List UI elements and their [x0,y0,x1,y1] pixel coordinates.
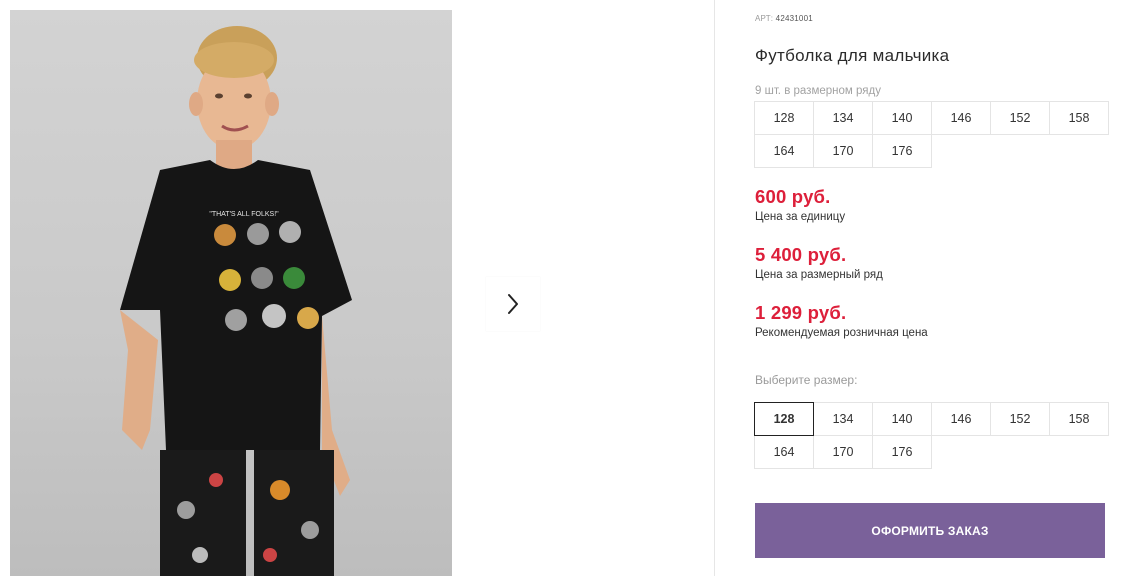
size-row-price: 5 400 руб. [755,244,847,265]
product-photo[interactable]: "THAT'S ALL FOLKS!" [10,10,452,576]
size-selector: 128 134 140 146 152 158 164 170 176 [754,402,1112,469]
size-row-grid: 128 134 140 146 152 158 164 170 176 [754,101,1112,168]
size-row-cell: 164 [754,134,814,168]
size-option-134[interactable]: 134 [813,402,873,436]
size-option-128[interactable]: 128 [754,402,814,436]
size-row-cell: 176 [872,134,932,168]
size-row-cell: 158 [1049,101,1109,135]
size-option-140[interactable]: 140 [872,402,932,436]
size-row-cell: 140 [872,101,932,135]
chevron-right-icon [508,294,518,314]
svg-text:"THAT'S ALL FOLKS!": "THAT'S ALL FOLKS!" [209,211,279,218]
boy-in-black-tshirt-illustration: "THAT'S ALL FOLKS!" [120,26,352,576]
product-info: АРТ: 42431001 Футболка для мальчика 9 шт… [754,0,1115,576]
size-row-count: 9 шт. в размерном ряду [755,85,881,97]
unit-price: 600 руб. [755,186,831,207]
size-option-146[interactable]: 146 [931,402,991,436]
size-option-152[interactable]: 152 [990,402,1050,436]
product-title: Футболка для мальчика [755,46,950,65]
unit-price-label: Цена за единицу [755,211,846,223]
size-row-cell: 134 [813,101,873,135]
size-option-164[interactable]: 164 [754,435,814,469]
size-row-cell: 146 [931,101,991,135]
sku: АРТ: 42431001 [755,14,813,23]
next-image-button[interactable] [486,277,540,331]
size-option-158[interactable]: 158 [1049,402,1109,436]
retail-price: 1 299 руб. [755,302,847,323]
size-row-cell: 152 [990,101,1050,135]
sku-label: АРТ: [755,14,774,23]
sku-value: 42431001 [775,14,813,23]
size-row-cell: 170 [813,134,873,168]
choose-size-label: Выберите размер: [755,373,858,387]
size-option-170[interactable]: 170 [813,435,873,469]
size-row-cell: 128 [754,101,814,135]
size-option-176[interactable]: 176 [872,435,932,469]
size-row-price-label: Цена за размерный ряд [755,269,883,281]
product-gallery: "THAT'S ALL FOLKS!" [0,0,715,576]
place-order-button[interactable]: ОФОРМИТЬ ЗАКАЗ [755,503,1105,558]
retail-price-label: Рекомендуемая розничная цена [755,327,928,339]
